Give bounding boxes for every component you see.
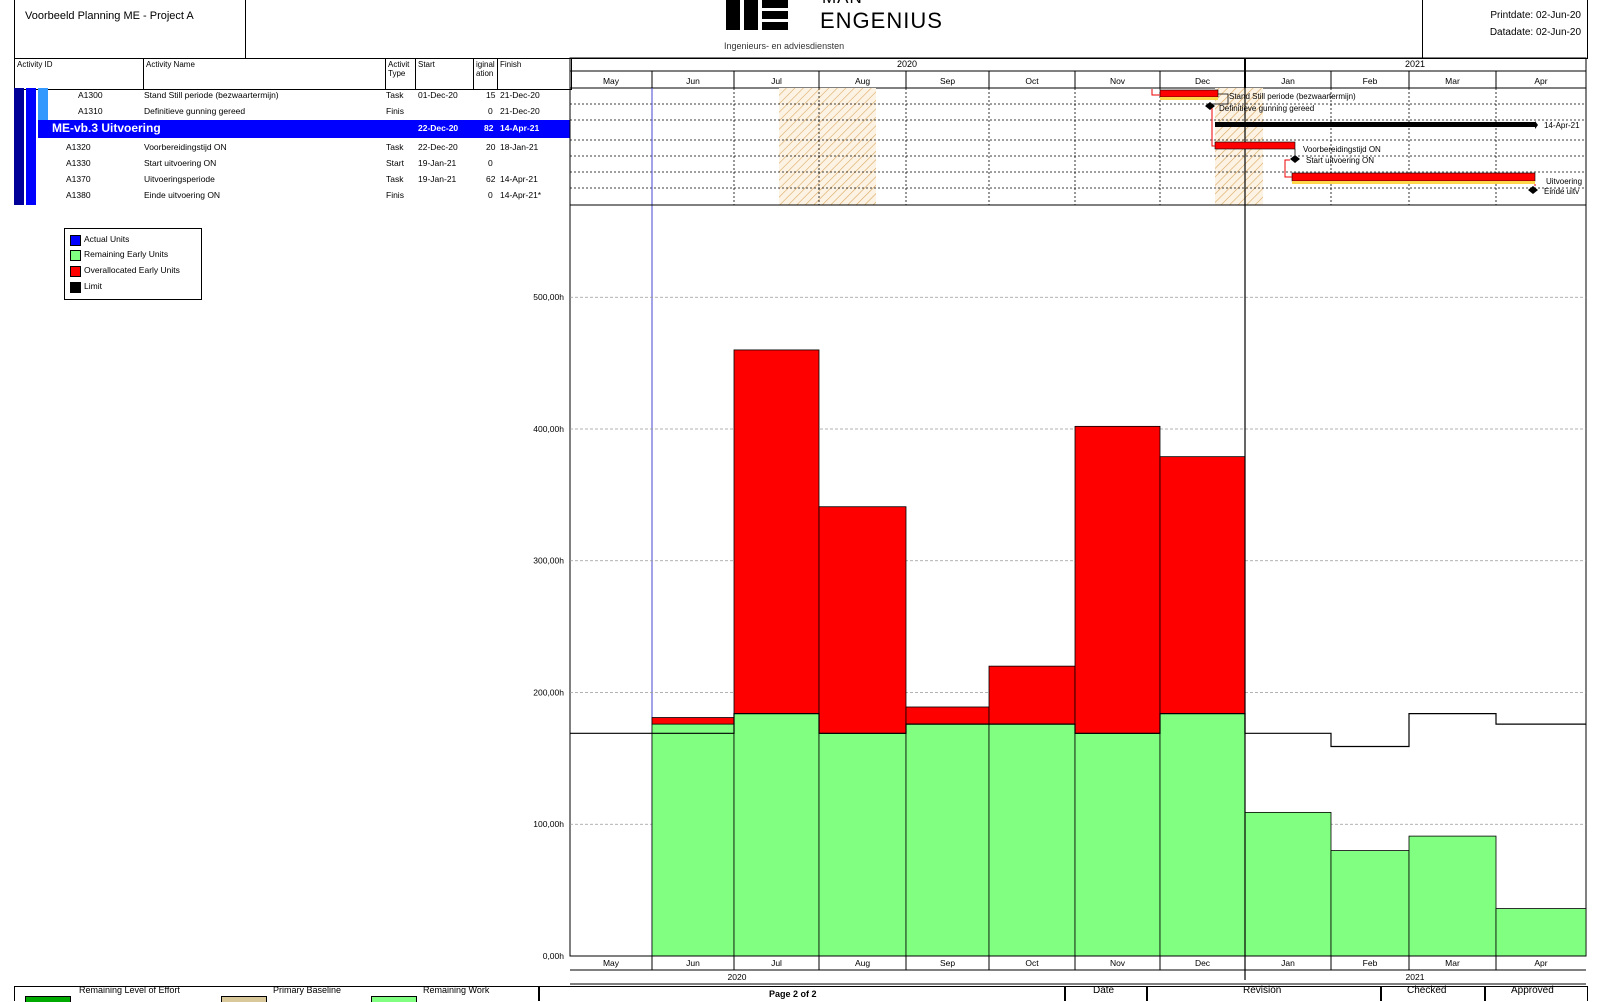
- month-label: May: [603, 76, 620, 86]
- relationship-line: [1151, 89, 1160, 96]
- footer-col-label: Approved: [1511, 985, 1554, 996]
- month-label: Aug: [855, 76, 870, 86]
- y-tick-label: 300,00h: [533, 556, 564, 566]
- footer-swatch-baseline: [221, 996, 267, 1002]
- relationship-line: [1284, 159, 1292, 178]
- bar-remaining-nov: [1074, 732, 1161, 957]
- month-label: Jun: [686, 76, 700, 86]
- gantt-bar-a1320: [1214, 141, 1296, 150]
- footer-date-col: Date: [1064, 985, 1148, 1001]
- y-tick-label: 100,00h: [533, 819, 564, 829]
- gantt-bar-baseline: [1160, 97, 1218, 100]
- bar-overallocated-jun: [651, 717, 735, 725]
- gantt-bar-label: Start uitvoering ON: [1306, 156, 1374, 165]
- month-label: Jul: [771, 76, 782, 86]
- footer-revision-col: Revision: [1146, 985, 1382, 1001]
- x-tick-label: Jan: [1281, 958, 1295, 968]
- footer-checked-col: Checked: [1380, 985, 1486, 1001]
- x-tick-label: Nov: [1110, 958, 1126, 968]
- bar-overallocated-oct: [988, 665, 1076, 725]
- bar-remaining-jan: [1244, 811, 1332, 957]
- month-label: Mar: [1445, 76, 1460, 86]
- bar-overallocated-aug: [818, 506, 907, 734]
- footer-legend-label: Primary Baseline: [273, 985, 342, 995]
- gantt-bar-label: Definitieve gunning gereed: [1219, 104, 1314, 113]
- x-year-label: 2020: [728, 972, 747, 982]
- gantt-bar-a1300: [1159, 89, 1219, 98]
- x-tick-label: Feb: [1363, 958, 1378, 968]
- gantt-chart: 2020 2021 May Jun Jul Aug Sep Oct Nov Dec Jan Feb Ma…: [533, 57, 1587, 985]
- wbs-summary-bar: [1215, 122, 1535, 127]
- bar-remaining-mar: [1408, 835, 1497, 957]
- footer-legend-label: Remaining Level of Effort: [79, 985, 180, 995]
- month-label: Dec: [1195, 76, 1211, 86]
- footer-legend: Remaining Level of Effort Primary Baseli…: [14, 985, 540, 1002]
- bar-remaining-jun: [651, 723, 735, 957]
- month-label: Feb: [1363, 76, 1378, 86]
- gantt-bar-label: Voorbereidingstijd ON: [1303, 145, 1381, 154]
- bar-remaining-apr: [1495, 908, 1587, 957]
- y-tick-label: 400,00h: [533, 424, 564, 434]
- month-label: Nov: [1110, 76, 1126, 86]
- x-tick-label: Jun: [686, 958, 700, 968]
- bar-overallocated-dec: [1159, 456, 1246, 714]
- y-tick-label: 500,00h: [533, 292, 564, 302]
- page-number: Page 2 of 2: [769, 989, 817, 999]
- baseline-hatch-region: [779, 88, 876, 205]
- month-label: Sep: [940, 76, 955, 86]
- x-tick-label: Apr: [1534, 958, 1547, 968]
- bar-remaining-sep: [905, 723, 990, 957]
- footer-page-box: Page 2 of 2: [538, 986, 1066, 1001]
- month-label: Apr: [1534, 76, 1547, 86]
- y-tick-label: 0,00h: [543, 951, 565, 961]
- footer-swatch-remaining: [371, 996, 417, 1002]
- wbs-summary-end: [1535, 121, 1538, 129]
- year-label-2021: 2021: [1405, 59, 1425, 69]
- gantt-bar-a1370: [1291, 172, 1536, 182]
- gantt-bar-baseline: [1292, 181, 1535, 184]
- bar-remaining-dec: [1159, 713, 1246, 957]
- month-label: Oct: [1025, 76, 1039, 86]
- bar-overallocated-sep: [905, 706, 990, 725]
- footer-col-label: Checked: [1407, 985, 1447, 996]
- gantt-bar-label: Uitvoering: [1546, 177, 1582, 186]
- footer-legend-label: Remaining Work: [423, 985, 490, 995]
- x-tick-label: Jul: [771, 958, 782, 968]
- bar-remaining-aug: [818, 732, 907, 957]
- gantt-bar-label: Stand Still periode (bezwaartermijn): [1229, 92, 1356, 101]
- bar-remaining-jul: [733, 713, 820, 957]
- month-label: Jan: [1281, 76, 1295, 86]
- bar-overallocated-jul: [733, 349, 820, 714]
- x-tick-label: Dec: [1195, 958, 1211, 968]
- bar-remaining-oct: [988, 723, 1076, 957]
- gantt-bar-label: Einde uitv: [1544, 187, 1579, 196]
- footer-col-label: Date: [1093, 985, 1115, 996]
- x-tick-label: Sep: [940, 958, 955, 968]
- x-tick-label: Oct: [1025, 958, 1039, 968]
- milestone-a1310: [1205, 102, 1215, 110]
- x-year-label: 2021: [1406, 972, 1425, 982]
- y-tick-label: 200,00h: [533, 687, 564, 697]
- gantt-bar-label: 14-Apr-21: [1544, 121, 1580, 130]
- year-label-2020: 2020: [897, 59, 917, 69]
- x-tick-label: Mar: [1445, 958, 1460, 968]
- bar-remaining-feb: [1330, 850, 1410, 957]
- footer-col-label: Revision: [1243, 985, 1282, 996]
- bar-overallocated-nov: [1074, 425, 1161, 734]
- footer-swatch-effort: [25, 996, 71, 1002]
- footer-approved-col: Approved: [1484, 985, 1588, 1001]
- x-tick-label: Aug: [855, 958, 870, 968]
- x-tick-label: May: [603, 958, 620, 968]
- milestone-a1380: [1528, 186, 1538, 194]
